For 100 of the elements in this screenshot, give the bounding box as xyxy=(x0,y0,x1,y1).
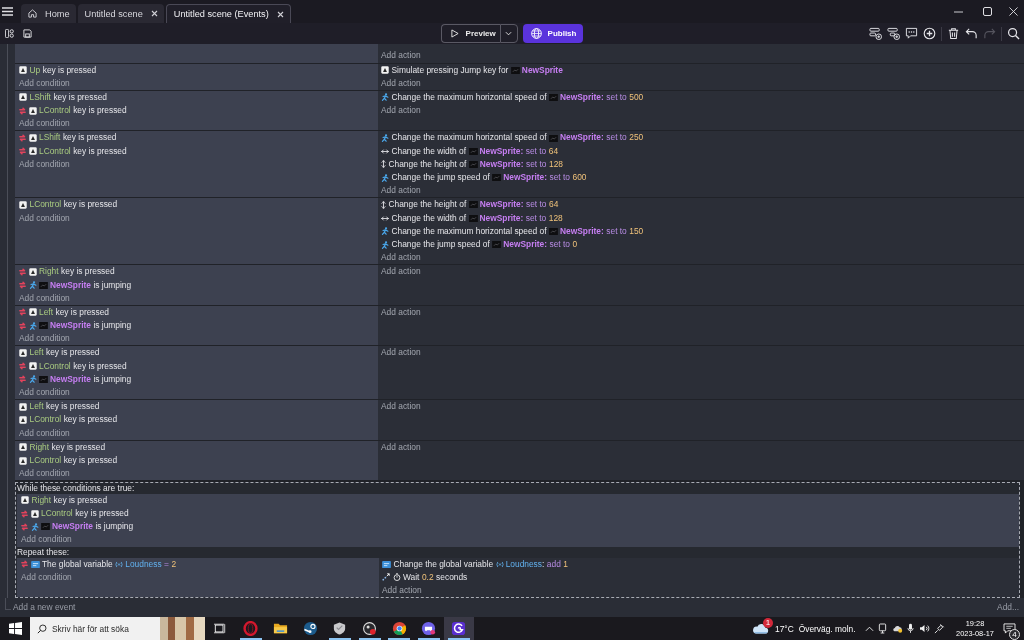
add-condition-link[interactable]: Add condition xyxy=(19,426,70,440)
indented-list-plus-icon[interactable] xyxy=(887,27,900,40)
condition[interactable]: Left key is pressed xyxy=(19,346,100,360)
action[interactable]: Change the jump speed of NewSprite: set to 600 xyxy=(381,171,587,185)
add-condition-link[interactable]: Add condition xyxy=(19,386,70,400)
close-icon[interactable] xyxy=(276,10,284,18)
condition[interactable]: LControl key is pressed xyxy=(19,453,118,468)
action[interactable]: Change the jump speed of NewSprite: set to 0 xyxy=(381,237,578,252)
monitor-icon[interactable] xyxy=(878,623,887,634)
add-condition-link[interactable]: Add condition xyxy=(21,570,72,584)
weather-icon xyxy=(752,623,769,634)
condition[interactable]: LControl key is pressed xyxy=(21,507,129,521)
add-condition-link[interactable]: Add condition xyxy=(19,76,70,90)
save-icon[interactable] xyxy=(23,29,32,38)
sprite-thumbnail-icon xyxy=(492,174,502,182)
add-more-link[interactable]: Add... xyxy=(997,602,1019,614)
tab[interactable]: Home xyxy=(21,4,76,23)
flip-icon xyxy=(19,267,26,276)
microphone-icon[interactable] xyxy=(907,623,914,634)
add-action-link[interactable]: Add action xyxy=(381,346,421,360)
action[interactable]: Change the height of NewSprite: set to 128 xyxy=(381,157,563,171)
key-icon xyxy=(19,93,27,102)
add-action-link[interactable]: Add action xyxy=(381,265,421,279)
condition[interactable]: Right key is pressed xyxy=(19,440,106,454)
add-condition-link[interactable]: Add condition xyxy=(19,467,70,481)
search-field[interactable]: Skriv här för att söka xyxy=(30,617,205,640)
add-action-link[interactable]: Add action xyxy=(381,49,421,63)
speaker-icon[interactable] xyxy=(918,624,930,633)
action[interactable]: Simulate pressing Jump key for NewSprite xyxy=(381,63,563,77)
add-action-link[interactable]: Add action xyxy=(382,583,422,598)
add-action-link[interactable]: Add action xyxy=(381,76,421,90)
minimize-icon[interactable] xyxy=(954,10,963,13)
add-condition-link[interactable]: Add condition xyxy=(19,157,70,171)
action[interactable]: Change the maximum horizontal speed of NewSprite: set to 150 xyxy=(381,224,644,238)
condition[interactable]: LControl key is pressed xyxy=(19,198,118,212)
start-icon[interactable] xyxy=(8,622,22,635)
action[interactable]: Change the maximum horizontal speed of NewSprite: set to 500 xyxy=(381,90,644,105)
condition[interactable]: LShift key is pressed xyxy=(19,90,107,105)
condition[interactable]: The global variable Loudness = 2 xyxy=(21,557,177,571)
condition[interactable]: Up key is pressed xyxy=(19,63,97,77)
condition[interactable]: LControl key is pressed xyxy=(19,104,127,118)
sprite-thumbnail-icon xyxy=(468,214,478,222)
trash-icon[interactable] xyxy=(947,27,960,40)
list-plus-icon[interactable] xyxy=(869,27,882,40)
action[interactable]: Change the maximum horizontal speed of NewSprite: set to 250 xyxy=(381,131,644,145)
tab[interactable]: Untitled scene (Events) xyxy=(165,4,291,23)
action[interactable]: Wait 0.2 seconds xyxy=(382,570,468,584)
condition[interactable]: LControl key is pressed xyxy=(19,144,127,158)
condition[interactable]: Left key is pressed xyxy=(19,305,109,320)
add-condition-link[interactable]: Add condition xyxy=(19,332,70,346)
condition[interactable]: NewSprite is jumping xyxy=(19,319,132,333)
condition[interactable]: LControl key is pressed xyxy=(19,413,118,427)
action[interactable]: Change the height of NewSprite: set to 64 xyxy=(381,198,559,212)
close-icon[interactable] xyxy=(1008,7,1018,16)
sprite-thumbnail-icon xyxy=(39,375,48,383)
taskbar-app-button[interactable] xyxy=(443,617,474,640)
add-action-link[interactable]: Add action xyxy=(381,440,421,454)
chevron-up-icon[interactable] xyxy=(864,625,874,632)
sprite-thumbnail-icon xyxy=(549,134,559,142)
condition[interactable]: LShift key is pressed xyxy=(19,131,117,145)
condition[interactable]: NewSprite is jumping xyxy=(19,278,132,292)
spiral-icon xyxy=(451,621,467,636)
task-view-icon[interactable] xyxy=(213,623,226,634)
action[interactable]: Change the width of NewSprite: set to 64 xyxy=(381,144,559,158)
dropdown-button[interactable] xyxy=(499,24,518,43)
action[interactable]: Change the global variable Loudness: add 1 xyxy=(382,557,568,571)
add-action-link[interactable]: Add action xyxy=(381,251,421,265)
search-input[interactable]: Skriv här för att söka xyxy=(52,621,155,636)
chat-icon[interactable] xyxy=(1002,623,1016,634)
condition[interactable]: Right key is pressed xyxy=(21,493,108,507)
add-condition-link[interactable]: Add condition xyxy=(19,211,70,225)
circle-plus-icon[interactable] xyxy=(923,27,936,40)
preview-button[interactable]: Preview xyxy=(440,24,500,43)
add-condition-link[interactable]: Add condition xyxy=(19,117,70,131)
add-action-link[interactable]: Add action xyxy=(381,400,421,414)
add-action-link[interactable]: Add action xyxy=(381,104,421,118)
tab[interactable]: Untitled scene xyxy=(77,4,164,23)
condition[interactable]: NewSprite is jumping xyxy=(21,520,134,534)
plug-icon[interactable] xyxy=(934,623,945,634)
undo-icon[interactable] xyxy=(965,27,978,40)
running-figure-icon xyxy=(28,375,37,384)
publish-button[interactable]: Publish xyxy=(522,24,584,43)
add-action-link[interactable]: Add action xyxy=(381,184,421,198)
action[interactable]: Change the width of NewSprite: set to 128 xyxy=(381,211,563,225)
search-icon[interactable] xyxy=(1007,27,1020,40)
panels-icon[interactable] xyxy=(5,29,14,38)
add-event-link[interactable]: Add a new event xyxy=(13,602,76,614)
condition[interactable]: Right key is pressed xyxy=(19,265,115,279)
maximize-icon[interactable] xyxy=(983,7,992,16)
key-icon xyxy=(19,66,27,75)
add-condition-link[interactable]: Add condition xyxy=(19,291,70,305)
condition[interactable]: NewSprite is jumping xyxy=(19,372,132,386)
condition[interactable]: Left key is pressed xyxy=(19,400,100,414)
condition[interactable]: LControl key is pressed xyxy=(19,359,127,373)
close-icon[interactable] xyxy=(150,10,158,17)
add-condition-link[interactable]: Add condition xyxy=(21,533,72,547)
segmented-circle-icon xyxy=(391,621,407,636)
add-action-link[interactable]: Add action xyxy=(381,305,421,320)
cloud-icon[interactable] xyxy=(891,624,903,633)
speech-bubble-icon[interactable] xyxy=(905,27,918,40)
